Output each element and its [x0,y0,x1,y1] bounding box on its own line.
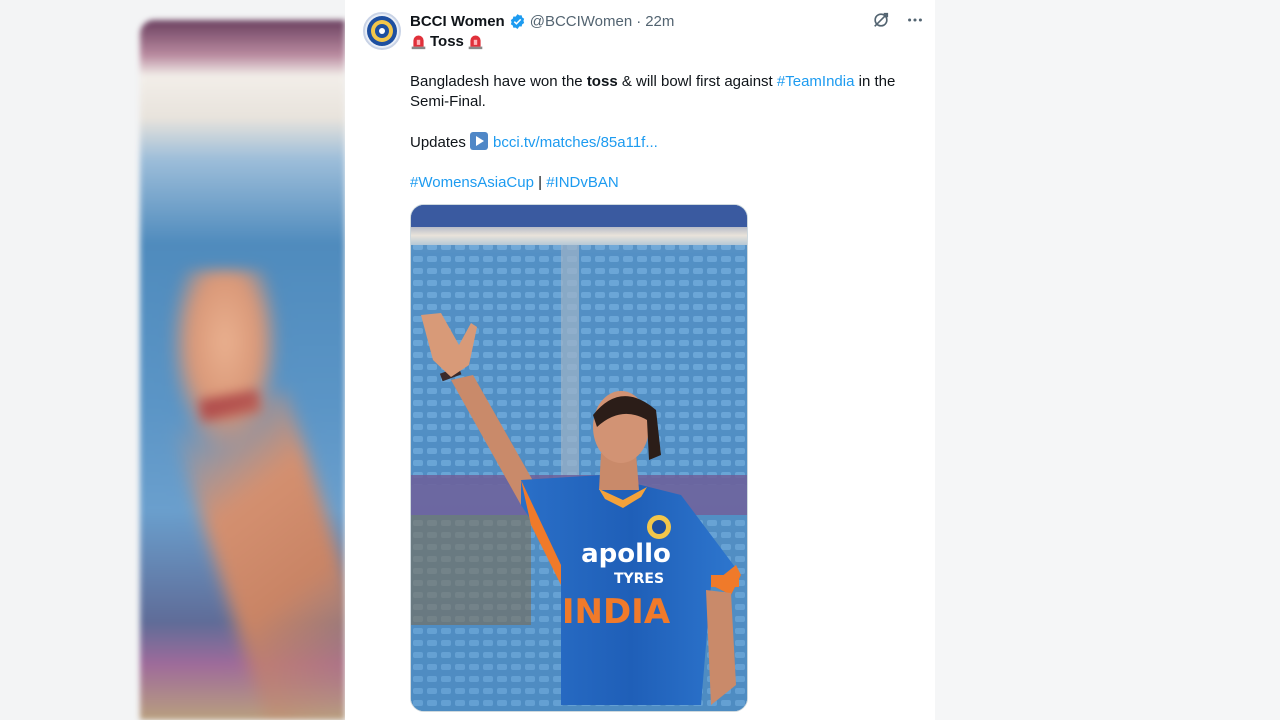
avatar[interactable] [363,12,401,50]
jersey-sponsor-top: apollo [581,539,671,569]
tweet-paragraph: Bangladesh have won the toss & will bowl… [410,73,896,110]
separator-dot: · [636,12,642,30]
tweet-actions-top [871,10,925,30]
verified-badge-icon [510,13,524,29]
author-handle[interactable]: @BCCIWomen [530,13,632,30]
bcci-logo-icon [367,16,397,46]
jersey-country: INDIA [562,592,671,632]
updates-link[interactable]: bcci.tv/matches/85a11f... [493,134,658,151]
hashtags-line: #WomensAsiaCup | #INDvBAN [410,174,619,191]
tweet-card: BCCI Women @BCCIWomen · 22m Toss Banglad… [345,0,935,720]
author-name[interactable]: BCCI Women [410,13,505,30]
blurred-background-image [140,20,345,720]
more-icon[interactable] [905,10,925,30]
timestamp[interactable]: 22m [645,13,674,30]
siren-icon [468,35,483,50]
tweet-header: BCCI Women @BCCIWomen · 22m [410,11,674,31]
tweet-body: Bangladesh have won the toss & will bowl… [410,72,930,213]
play-icon [470,132,489,150]
updates-line: Updates bcci.tv/matches/85a11f... [410,132,658,151]
jersey-sponsor-bottom: TYRES [614,571,664,587]
hashtag-teamindia[interactable]: #TeamIndia [777,73,855,90]
grok-icon[interactable] [871,10,891,30]
siren-icon [411,35,426,50]
hashtag-indvban[interactable]: #INDvBAN [546,174,619,191]
hashtag-womensasiacup[interactable]: #WomensAsiaCup [410,174,534,191]
tweet-title: Toss [410,33,484,50]
title-text: Toss [430,33,464,50]
tweet-media-image[interactable]: apollo TYRES INDIA [410,204,748,712]
